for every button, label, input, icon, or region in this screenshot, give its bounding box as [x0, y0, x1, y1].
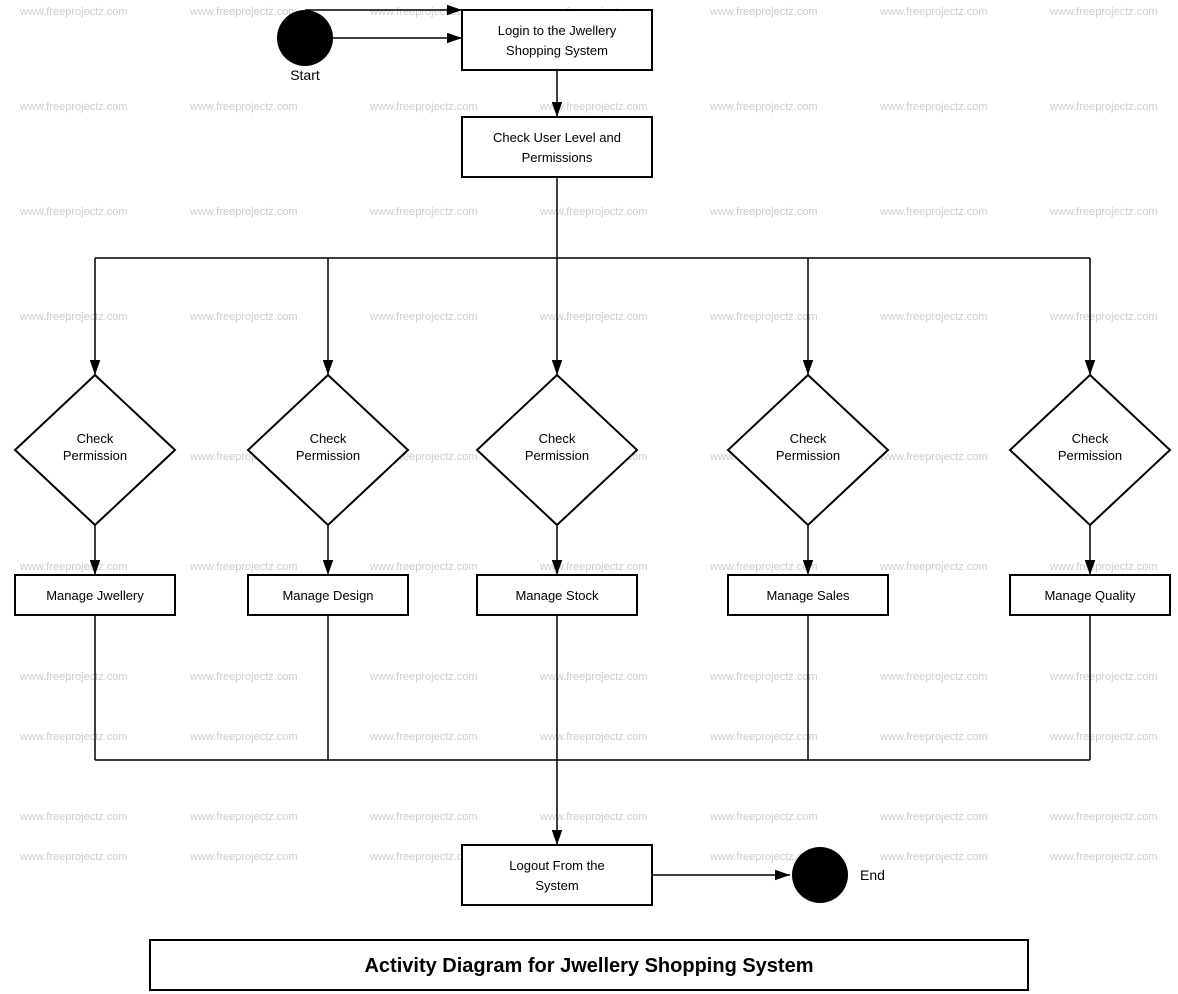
title-text: Activity Diagram for Jwellery Shopping S… [364, 955, 813, 977]
manage-jwellery-text: Manage Jwellery [46, 588, 144, 603]
watermark: www.freeprojectz.com [709, 671, 818, 683]
watermark: www.freeprojectz.com [189, 671, 298, 683]
watermark: www.freeprojectz.com [369, 561, 478, 573]
diamond-1-text-2: Permission [63, 448, 127, 463]
watermark: www.freeprojectz.com [369, 671, 478, 683]
end-node [792, 847, 848, 903]
diamond-4-text-1: Check [790, 431, 827, 446]
watermark: www.freeprojectz.com [1049, 851, 1158, 863]
watermark: www.freeprojectz.com [19, 851, 128, 863]
watermark: www.freeprojectz.com [369, 731, 478, 743]
check-user-level-box [462, 117, 652, 177]
watermark: www.freeprojectz.com [879, 561, 988, 573]
start-node [277, 10, 333, 66]
watermark: www.freeprojectz.com [709, 101, 818, 113]
check-user-level-text-1: Check User Level and [493, 130, 621, 145]
manage-quality-text: Manage Quality [1044, 588, 1136, 603]
watermark: www.freeprojectz.com [879, 811, 988, 823]
watermark: www.freeprojectz.com [539, 561, 648, 573]
watermark: www.freeprojectz.com [1049, 311, 1158, 323]
watermark: www.freeprojectz.com [189, 206, 298, 218]
watermark: www.freeprojectz.com [189, 851, 298, 863]
diagram-container: www.freeprojectz.com www.freeprojectz.co… [0, 0, 1178, 994]
activity-diagram: www.freeprojectz.com www.freeprojectz.co… [0, 0, 1178, 994]
watermark: www.freeprojectz.com [539, 206, 648, 218]
login-text-1: Login to the Jwellery [498, 23, 617, 38]
watermark: www.freeprojectz.com [189, 311, 298, 323]
watermark: www.freeprojectz.com [539, 311, 648, 323]
manage-design-text: Manage Design [282, 588, 373, 603]
diamond-3-text-1: Check [539, 431, 576, 446]
manage-stock-text: Manage Stock [515, 588, 599, 603]
watermark: www.freeprojectz.com [369, 311, 478, 323]
watermark: www.freeprojectz.com [19, 561, 128, 573]
watermark: www.freeprojectz.com [369, 811, 478, 823]
watermark: www.freeprojectz.com [1049, 811, 1158, 823]
watermark: www.freeprojectz.com [709, 6, 818, 18]
watermark: www.freeprojectz.com [1049, 561, 1158, 573]
watermark: www.freeprojectz.com [879, 6, 988, 18]
watermark: www.freeprojectz.com [879, 101, 988, 113]
login-text-2: Shopping System [506, 43, 608, 58]
watermark: www.freeprojectz.com [189, 561, 298, 573]
watermark: www.freeprojectz.com [879, 731, 988, 743]
watermark: www.freeprojectz.com [189, 6, 298, 18]
watermark: www.freeprojectz.com [709, 311, 818, 323]
watermark: www.freeprojectz.com [19, 6, 128, 18]
watermark: www.freeprojectz.com [1049, 671, 1158, 683]
logout-text-2: System [535, 878, 578, 893]
diamond-4-text-2: Permission [776, 448, 840, 463]
watermark: www.freeprojectz.com [369, 101, 478, 113]
watermark: www.freeprojectz.com [709, 731, 818, 743]
watermark: www.freeprojectz.com [879, 311, 988, 323]
watermark: www.freeprojectz.com [19, 101, 128, 113]
diamond-2-text-2: Permission [296, 448, 360, 463]
watermark: www.freeprojectz.com [539, 101, 648, 113]
watermark: www.freeprojectz.com [19, 731, 128, 743]
watermark: www.freeprojectz.com [1049, 206, 1158, 218]
watermark: www.freeprojectz.com [879, 451, 988, 463]
watermark: www.freeprojectz.com [189, 101, 298, 113]
logout-box [462, 845, 652, 905]
watermark: www.freeprojectz.com [189, 811, 298, 823]
watermark: www.freeprojectz.com [539, 731, 648, 743]
watermark: www.freeprojectz.com [19, 311, 128, 323]
watermark: www.freeprojectz.com [539, 671, 648, 683]
watermark: www.freeprojectz.com [709, 206, 818, 218]
manage-sales-text: Manage Sales [766, 588, 850, 603]
diamond-5-text-1: Check [1072, 431, 1109, 446]
watermark: www.freeprojectz.com [879, 671, 988, 683]
logout-text-1: Logout From the [509, 858, 604, 873]
watermark: www.freeprojectz.com [879, 851, 988, 863]
start-label: Start [290, 67, 320, 83]
watermark: www.freeprojectz.com [1049, 101, 1158, 113]
watermark: www.freeprojectz.com [879, 206, 988, 218]
check-user-level-text-2: Permissions [522, 150, 593, 165]
watermark: www.freeprojectz.com [539, 811, 648, 823]
diamond-5-text-2: Permission [1058, 448, 1122, 463]
watermark: www.freeprojectz.com [19, 671, 128, 683]
watermark: www.freeprojectz.com [189, 731, 298, 743]
watermark: www.freeprojectz.com [709, 561, 818, 573]
end-label: End [860, 867, 885, 883]
watermark: www.freeprojectz.com [19, 811, 128, 823]
watermark: www.freeprojectz.com [1049, 731, 1158, 743]
watermark: www.freeprojectz.com [709, 811, 818, 823]
diamond-2-text-1: Check [310, 431, 347, 446]
watermark: www.freeprojectz.com [369, 206, 478, 218]
watermark: www.freeprojectz.com [1049, 6, 1158, 18]
diamond-3-text-2: Permission [525, 448, 589, 463]
login-box [462, 10, 652, 70]
watermark: www.freeprojectz.com [19, 206, 128, 218]
diamond-1-text-1: Check [77, 431, 114, 446]
